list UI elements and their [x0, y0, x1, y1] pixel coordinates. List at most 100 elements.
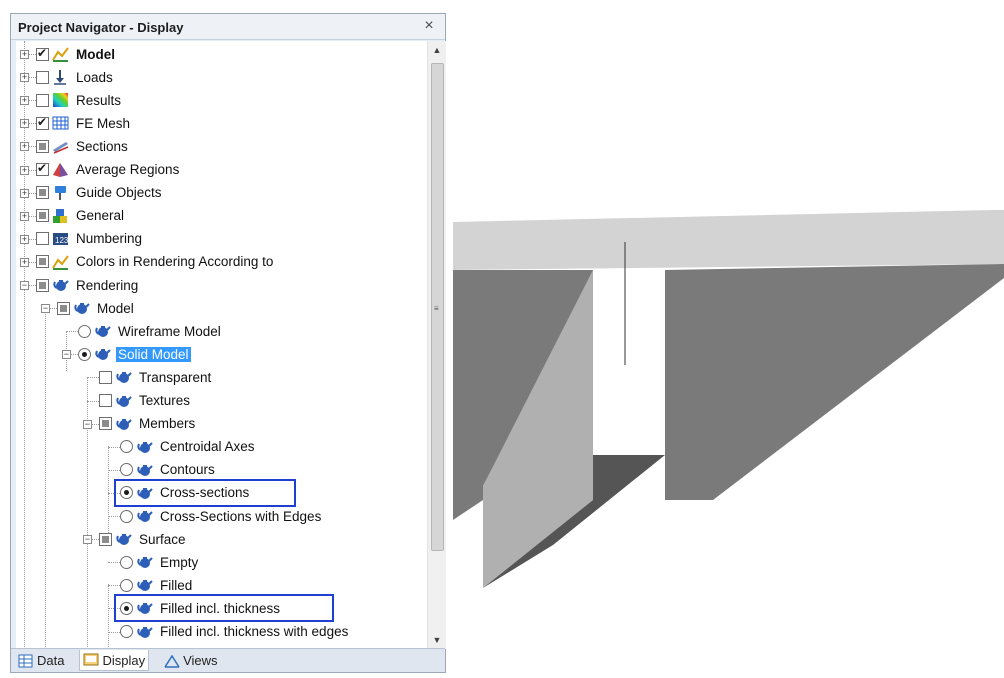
teapot-icon	[136, 624, 153, 640]
tree-item[interactable]: Sections	[36, 135, 130, 157]
tree-item-label: General	[76, 208, 125, 224]
scroll-thumb[interactable]: ≡	[431, 63, 444, 551]
expander-icon[interactable]: −	[83, 420, 92, 430]
tree-item-label: Wireframe Model	[118, 323, 221, 339]
expander-icon[interactable]: +	[20, 50, 29, 60]
3d-viewport[interactable]	[453, 0, 1004, 673]
tree-item[interactable]: Textures	[99, 390, 192, 412]
tree-item-label: Filled incl. thickness with edges	[160, 624, 349, 639]
expander-icon[interactable]: −	[20, 281, 29, 291]
tree-item[interactable]: Results	[36, 89, 123, 111]
tree-item[interactable]: Members	[99, 413, 197, 435]
tree-item[interactable]: Average Regions	[36, 159, 181, 181]
tree-item[interactable]: Rendering	[36, 274, 140, 296]
teapot-icon	[136, 554, 153, 570]
teapot-icon	[115, 416, 132, 432]
checkbox[interactable]	[36, 93, 49, 107]
radio-button[interactable]	[120, 578, 133, 592]
expander-icon[interactable]: +	[20, 73, 29, 83]
tree-item[interactable]: Filled	[120, 574, 194, 596]
tree-item[interactable]: Transparent	[99, 366, 213, 388]
checkbox[interactable]	[99, 417, 112, 431]
expander-icon[interactable]: +	[20, 96, 29, 106]
vertical-scrollbar[interactable]: ▲ ≡ ▼	[427, 41, 446, 649]
radio-button[interactable]	[78, 324, 91, 338]
tree-line	[45, 309, 46, 649]
expander-icon[interactable]: −	[62, 350, 71, 360]
radio-button[interactable]	[120, 509, 133, 523]
tree-item-label: Solid Model	[116, 346, 191, 362]
checkbox[interactable]	[36, 161, 49, 176]
sections-icon	[52, 138, 69, 155]
tree-item-label: Centroidal Axes	[160, 439, 255, 455]
expander-icon[interactable]: +	[20, 212, 29, 222]
checkbox[interactable]	[36, 232, 49, 246]
expander-icon[interactable]: +	[20, 119, 29, 129]
display-tree: ▲ ≡ ▼ + Model + Loads + Results + FE Mesh + Secti…	[16, 41, 446, 649]
panel-title: Project Navigator - Display	[18, 20, 184, 35]
expander-icon[interactable]: +	[20, 189, 29, 199]
grip-icon: ≡	[434, 304, 439, 313]
radio-button[interactable]	[120, 463, 133, 477]
tree-item[interactable]: Contours	[120, 459, 217, 481]
expander-icon[interactable]: +	[20, 166, 29, 176]
teapot-icon	[115, 369, 132, 385]
teapot-icon	[115, 531, 132, 547]
teapot-icon	[136, 462, 153, 478]
tab-display[interactable]: Display	[79, 650, 150, 671]
checkbox[interactable]	[36, 186, 49, 200]
scroll-up-icon[interactable]: ▲	[428, 41, 446, 59]
tree-item[interactable]: Filled incl. thickness with edges	[120, 621, 350, 643]
tree-item-label: Cross-Sections with Edges	[160, 508, 322, 524]
scroll-down-icon[interactable]: ▼	[428, 631, 446, 649]
tree-item[interactable]: Centroidal Axes	[120, 436, 257, 458]
checkbox[interactable]	[36, 209, 49, 223]
project-navigator-panel: Project Navigator - Display × ▲ ≡ ▼ + Mod…	[10, 13, 446, 673]
checkbox[interactable]	[99, 394, 112, 407]
guide-objects-icon	[52, 185, 69, 201]
checkbox[interactable]	[36, 278, 49, 292]
tab-data[interactable]: Data	[15, 651, 67, 671]
tab-views[interactable]: Views	[161, 651, 220, 671]
expander-icon[interactable]: −	[83, 535, 92, 545]
radio-button[interactable]	[120, 625, 133, 638]
tree-item[interactable]: Surface	[99, 528, 188, 550]
tree-item[interactable]: 123 Numbering	[36, 228, 144, 250]
checkbox[interactable]	[99, 532, 112, 546]
tree-item[interactable]: Model	[36, 43, 117, 65]
checkbox[interactable]	[36, 46, 49, 61]
tree-item[interactable]: Model	[57, 297, 136, 319]
checkbox[interactable]	[36, 115, 49, 130]
average-regions-icon	[52, 162, 69, 178]
expander-icon[interactable]: +	[20, 258, 29, 268]
solid-model-render	[453, 210, 1004, 588]
tree-item[interactable]: FE Mesh	[36, 112, 132, 134]
checkbox[interactable]	[36, 139, 49, 153]
expander-icon[interactable]: +	[20, 142, 29, 152]
general-icon	[52, 208, 69, 224]
tree-item[interactable]: Cross-Sections with Edges	[120, 505, 323, 527]
radio-button[interactable]	[78, 347, 91, 361]
expander-icon[interactable]: +	[20, 235, 29, 245]
tree-item[interactable]: Guide Objects	[36, 182, 164, 204]
expander-icon[interactable]: −	[41, 304, 50, 314]
tree-line	[108, 584, 109, 649]
tree-item-label: Results	[76, 92, 122, 108]
radio-button[interactable]	[120, 555, 133, 569]
tree-item-label: Rendering	[76, 277, 139, 293]
model-icon	[52, 46, 69, 62]
radio-button[interactable]	[120, 440, 133, 454]
tree-item[interactable]: Colors in Rendering According to	[36, 251, 275, 273]
checkbox[interactable]	[36, 255, 49, 269]
tree-item[interactable]: General	[36, 205, 126, 227]
checkbox[interactable]	[36, 70, 49, 84]
tree-item-label: Transparent	[139, 369, 212, 385]
checkbox[interactable]	[99, 370, 112, 384]
tree-item[interactable]: Loads	[36, 66, 115, 88]
tree-item[interactable]: Wireframe Model	[78, 320, 223, 342]
checkbox[interactable]	[57, 301, 70, 315]
teapot-icon	[115, 393, 132, 409]
tree-item[interactable]: Empty	[120, 551, 200, 573]
tree-item[interactable]: Solid Model	[78, 343, 191, 365]
close-icon[interactable]: ×	[421, 18, 437, 34]
